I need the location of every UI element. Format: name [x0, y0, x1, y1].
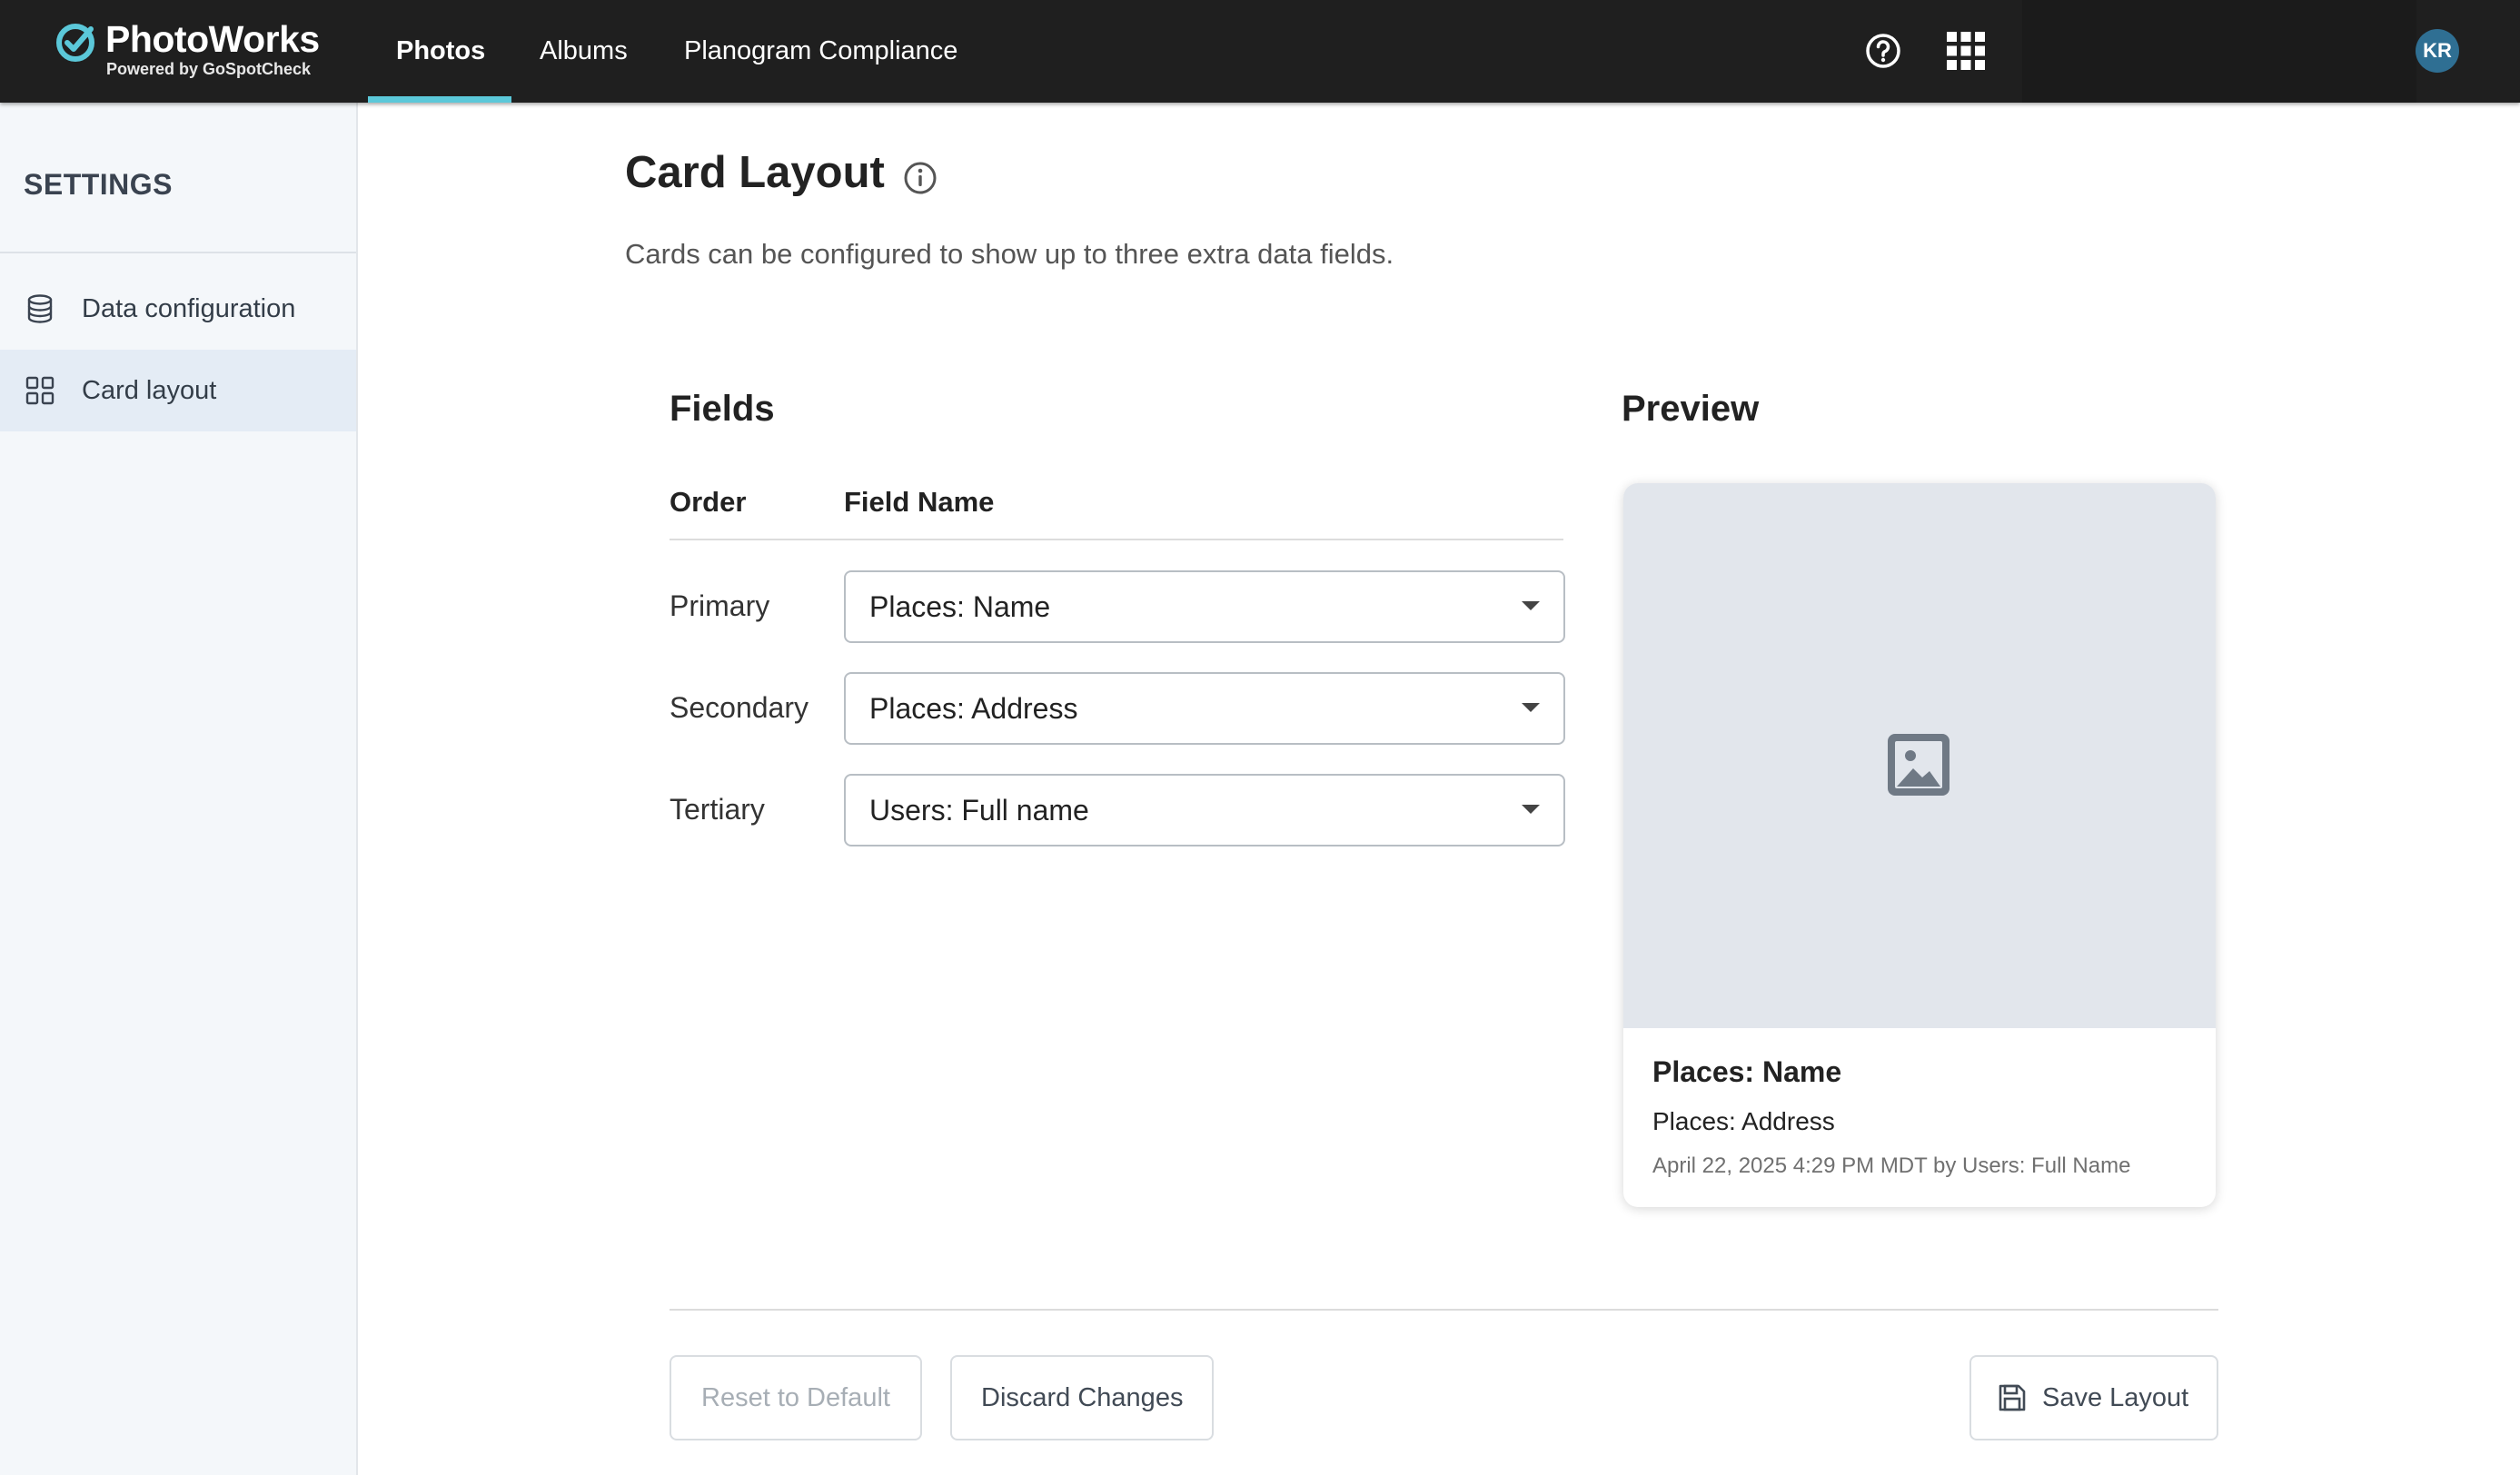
info-icon[interactable] [902, 160, 938, 196]
row-label-tertiary: Tertiary [670, 793, 765, 826]
secondary-field-select[interactable]: Places: Address [844, 672, 1565, 745]
card-image-area [1623, 483, 2216, 1028]
preview-section-title: Preview [1622, 389, 1760, 429]
sidebar-item-label: Data configuration [82, 294, 296, 323]
nav-planogram-compliance[interactable]: Planogram Compliance [684, 0, 957, 103]
logo-check-icon [56, 24, 94, 62]
table-header-divider [670, 539, 1563, 540]
sidebar-title: SETTINGS [24, 168, 174, 201]
sidebar-item-data-configuration[interactable]: Data configuration [0, 268, 356, 350]
chevron-down-icon [1522, 703, 1540, 712]
fields-section-title: Fields [670, 389, 775, 429]
sidebar-item-label: Card layout [82, 376, 217, 405]
reset-to-default-button[interactable]: Reset to Default [670, 1355, 922, 1440]
save-icon [1999, 1384, 2026, 1411]
select-value: Places: Address [869, 692, 1078, 725]
button-label: Save Layout [2042, 1383, 2189, 1412]
top-navigation-bar: PhotoWorks Powered by GoSpotCheck Photos… [0, 0, 2520, 103]
grid-layout-icon [25, 376, 55, 405]
primary-field-select[interactable]: Places: Name [844, 570, 1565, 643]
row-label-primary: Primary [670, 589, 770, 622]
nav-photos[interactable]: Photos [396, 0, 485, 103]
active-nav-indicator [368, 96, 511, 103]
grid-apps-icon[interactable] [1943, 28, 1989, 74]
logo-subtitle: Powered by GoSpotCheck [106, 60, 312, 78]
card-meta-text: April 22, 2025 4:29 PM MDT by Users: Ful… [1652, 1153, 2131, 1178]
save-layout-button[interactable]: Save Layout [1969, 1355, 2218, 1440]
select-value: Users: Full name [869, 794, 1089, 827]
button-label: Reset to Default [701, 1383, 890, 1412]
database-icon [27, 294, 53, 323]
app-logo[interactable]: PhotoWorks Powered by GoSpotCheck [55, 18, 336, 84]
discard-changes-button[interactable]: Discard Changes [950, 1355, 1214, 1440]
top-bar-right-region [2022, 0, 2416, 103]
card-primary-field: Places: Name [1652, 1055, 1842, 1088]
chevron-down-icon [1522, 601, 1540, 610]
page-description: Cards can be configured to show up to th… [625, 238, 1394, 270]
tertiary-field-select[interactable]: Users: Full name [844, 774, 1565, 846]
row-label-secondary: Secondary [670, 691, 809, 724]
image-placeholder-icon [1888, 734, 1950, 796]
footer-divider [670, 1309, 2218, 1311]
nav-albums[interactable]: Albums [540, 0, 628, 103]
user-avatar[interactable]: KR [2416, 29, 2459, 73]
sidebar-item-card-layout[interactable]: Card layout [0, 350, 356, 431]
card-secondary-field: Places: Address [1652, 1107, 1835, 1135]
column-header-field-name: Field Name [844, 486, 995, 518]
help-circle-icon[interactable] [1860, 28, 1906, 74]
column-header-order: Order [670, 486, 747, 518]
logo-name: PhotoWorks [105, 18, 320, 60]
preview-card: Places: Name Places: Address April 22, 2… [1623, 483, 2216, 1207]
chevron-down-icon [1522, 805, 1540, 814]
page-title: Card Layout [625, 148, 885, 197]
button-label: Discard Changes [981, 1383, 1184, 1412]
sidebar-divider [0, 252, 356, 253]
select-value: Places: Name [869, 590, 1051, 623]
settings-sidebar: SETTINGS Data configuration Card layout [0, 103, 358, 1475]
